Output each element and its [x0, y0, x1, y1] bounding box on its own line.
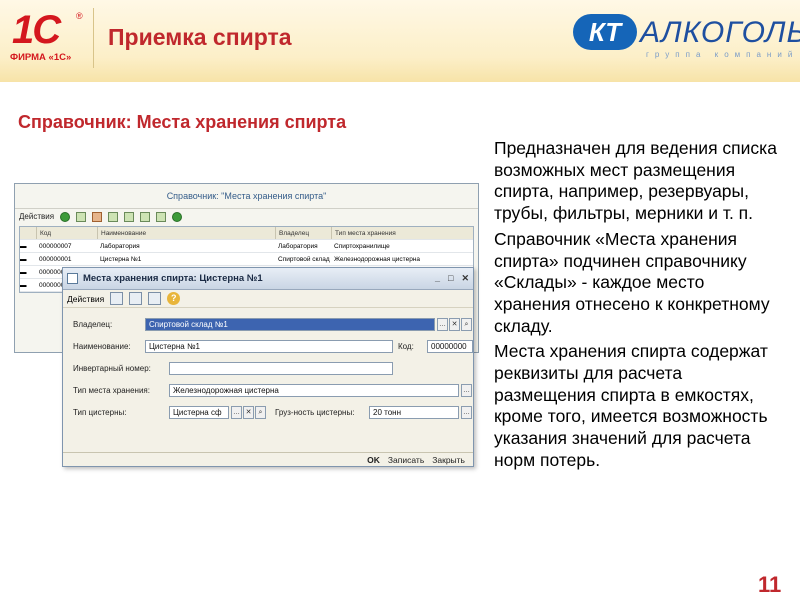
hierarchy-icon[interactable] — [124, 211, 135, 222]
logo-1c-mark: 1С — [12, 8, 61, 52]
code-field[interactable]: 00000000 — [427, 340, 473, 353]
item-form-window: Места хранения спирта: Цистерна №1 _ □ ✕… — [62, 267, 474, 467]
partner-logo-subtitle: группа компаний — [646, 50, 799, 59]
list-window-title: Справочник: "Места хранения спирта" — [166, 191, 327, 201]
capacity-label: Груз-ность цистерны: — [275, 408, 355, 417]
kt-logo-badge: КТ — [573, 14, 637, 50]
row-icon: ▬ — [20, 256, 27, 263]
form-title: Места хранения спирта: Цистерна №1 — [83, 273, 263, 284]
column-header-name[interactable]: Наименование — [97, 227, 275, 239]
slide-title: Приемка спирта — [108, 24, 292, 50]
save-icon[interactable] — [110, 292, 124, 305]
tank-type-label: Тип цистерны: — [73, 408, 127, 417]
table-header: Код Наименование Владелец Тип места хран… — [20, 227, 473, 240]
column-header-owner[interactable]: Владелец — [275, 227, 331, 239]
owner-select-button[interactable]: … — [437, 318, 448, 331]
form-button-bar: OK Записать Закрыть — [63, 452, 473, 467]
list-actions-menu[interactable]: Действия — [19, 212, 54, 221]
table-row[interactable]: ▬ 000000001 Цистерна №1 Спиртовой склад … — [20, 253, 473, 276]
row-icon: ▬ — [20, 282, 27, 289]
description-paragraph: Справочник «Места хранения спирта» подчи… — [494, 228, 770, 336]
capacity-select-button[interactable]: … — [461, 406, 472, 419]
save-button[interactable]: Записать — [388, 455, 424, 465]
minimize-icon[interactable]: _ — [435, 273, 440, 284]
description: Предназначен для ведения списка возможны… — [494, 138, 784, 476]
column-header-code[interactable]: Код — [36, 227, 97, 239]
name-label: Наименование: — [73, 342, 131, 351]
partner-logo-text: АЛКОГОЛЬ — [640, 16, 800, 49]
form-actions-menu[interactable]: Действия — [67, 294, 104, 304]
sort-icon[interactable] — [156, 211, 167, 222]
owner-field[interactable]: Спиртовой склад №1 — [145, 318, 435, 331]
name-field[interactable]: Цистерна №1 — [145, 340, 393, 353]
storage-type-select-button[interactable]: … — [461, 384, 472, 397]
owner-clear-icon[interactable]: ✕ — [449, 318, 460, 331]
filter-icon[interactable] — [140, 211, 151, 222]
column-header-type[interactable]: Тип места хранения — [331, 227, 441, 239]
code-label: Код: — [398, 342, 414, 351]
description-paragraph: Места хранения спирта содержат реквизиты… — [494, 341, 768, 470]
header-divider — [93, 8, 94, 68]
form-titlebar[interactable]: Места хранения спирта: Цистерна №1 _ □ ✕ — [63, 268, 473, 290]
reread-icon[interactable] — [148, 292, 162, 305]
add-group-icon[interactable] — [76, 211, 87, 222]
capacity-field[interactable]: 20 тонн — [369, 406, 459, 419]
storage-type-field[interactable]: Железнодорожная цистерна — [169, 384, 459, 397]
logo-1c: 1С ® ФИРМА «1С» — [10, 8, 86, 66]
owner-open-icon[interactable]: ⌕ — [461, 318, 472, 331]
edit-icon[interactable] — [92, 211, 103, 222]
description-paragraph: Предназначен для ведения списка возможны… — [494, 138, 777, 224]
refresh-icon[interactable] — [172, 211, 183, 222]
delete-icon[interactable] — [108, 211, 119, 222]
page-number: 11 — [758, 572, 782, 597]
tank-type-select-button[interactable]: … — [231, 406, 242, 419]
add-icon[interactable] — [60, 211, 71, 222]
tank-type-open-icon[interactable]: ⌕ — [255, 406, 266, 419]
inventory-number-field[interactable] — [169, 362, 393, 375]
registered-icon: ® — [76, 11, 83, 21]
maximize-icon[interactable]: □ — [448, 273, 453, 284]
storage-type-label: Тип места хранения: — [73, 386, 150, 395]
ok-button[interactable]: OK — [367, 455, 380, 465]
row-icon: ▬ — [20, 269, 27, 276]
tank-type-clear-icon[interactable]: ✕ — [243, 406, 254, 419]
tank-type-field[interactable]: Цистерна сф — [169, 406, 229, 419]
structure-icon[interactable] — [129, 292, 143, 305]
inventory-number-label: Инвертарный номер: — [73, 364, 151, 373]
form-window-icon — [67, 273, 78, 284]
close-button[interactable]: Закрыть — [432, 455, 465, 465]
row-icon: ▬ — [20, 243, 27, 250]
table-row[interactable]: ▬ 000000007 Лаборатория Лаборатория Спир… — [20, 240, 473, 253]
slide-subtitle: Справочник: Места хранения спирта — [18, 112, 347, 132]
logo-1c-firm: ФИРМА «1С» — [10, 52, 72, 63]
form-toolbar: Действия ? — [63, 290, 473, 308]
owner-label: Владелец: — [73, 320, 113, 329]
list-toolbar: Действия — [15, 208, 478, 224]
close-icon[interactable]: ✕ — [461, 273, 469, 284]
help-icon[interactable]: ? — [167, 292, 181, 305]
slide-header: 1С ® ФИРМА «1С» Приемка спирта КТ АЛКОГО… — [0, 0, 800, 82]
